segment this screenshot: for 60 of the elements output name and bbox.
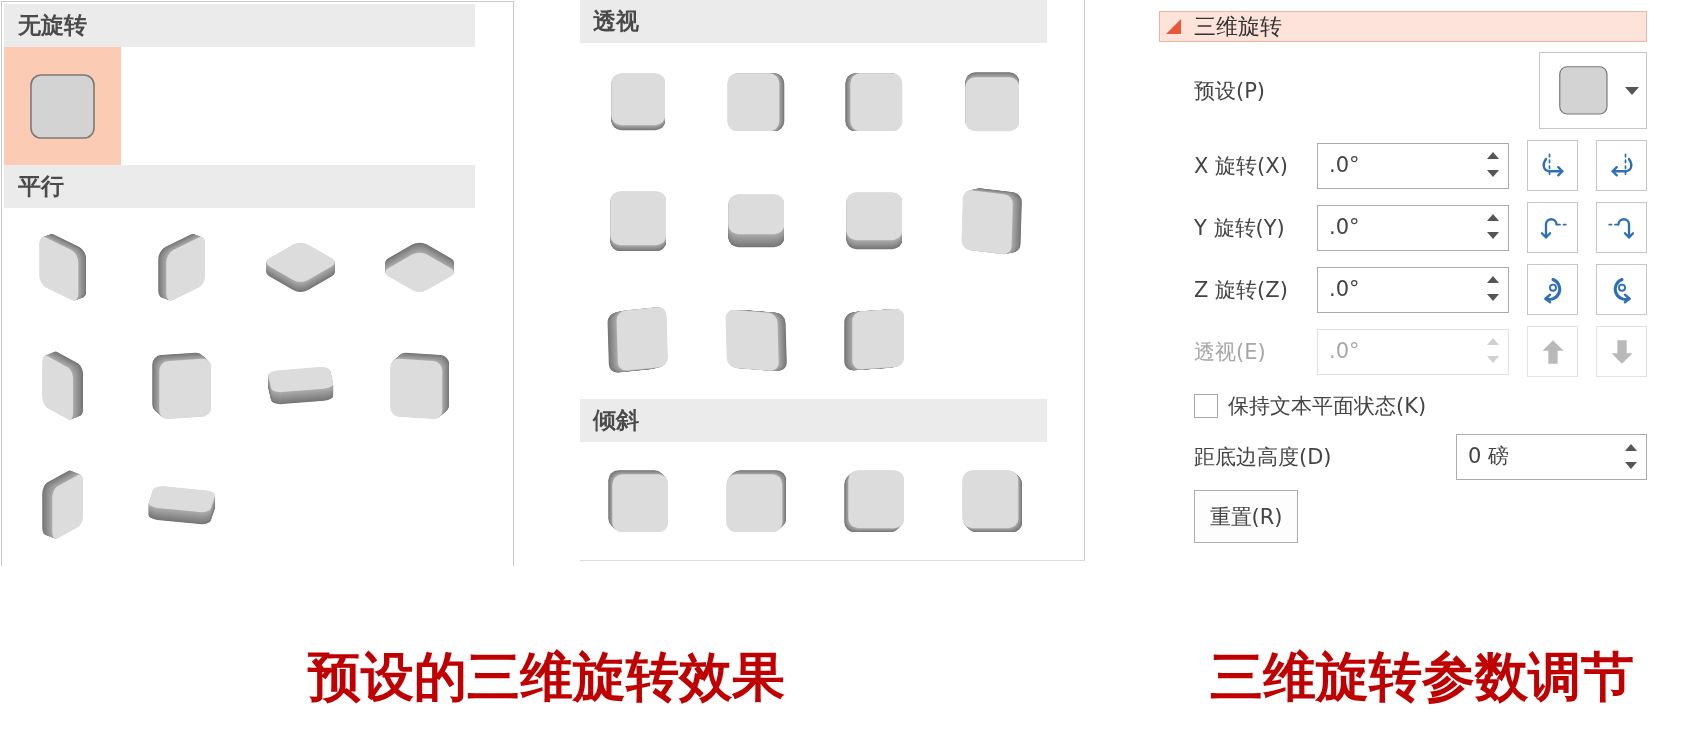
section-header: 平行 [4, 165, 475, 208]
caret-up-icon[interactable] [1487, 152, 1499, 159]
field-label: 透视(E) [1194, 338, 1266, 366]
rotate-up-button[interactable] [1527, 202, 1578, 253]
rounded-block-icon [845, 72, 903, 132]
rounded-block-icon [151, 352, 212, 420]
rotate-clockwise-button[interactable] [1596, 264, 1647, 315]
rounded-block-icon [845, 192, 903, 250]
rounded-block-icon [146, 484, 217, 526]
rounded-block-icon [610, 73, 666, 131]
checkbox-label: 保持文本平面状态(K) [1228, 393, 1427, 420]
rounded-block-icon [724, 308, 788, 372]
rounded-block-icon [607, 469, 669, 533]
field-label: Z 旋转(Z) [1194, 276, 1288, 304]
rounded-block-icon [609, 190, 667, 252]
rotation-field[interactable]: .0° [1317, 204, 1509, 251]
rotation-field[interactable]: .0° [1317, 142, 1509, 189]
field-label: X 旋转(X) [1194, 152, 1288, 180]
caret-down-icon[interactable] [1487, 232, 1499, 239]
caret-up-icon[interactable] [1487, 214, 1499, 221]
rounded-block-icon [266, 366, 335, 406]
rounded-block-icon [41, 349, 84, 423]
checkbox[interactable] [1194, 394, 1218, 418]
rounded-block-icon [389, 352, 450, 420]
field-label: 距底边高度(D) [1194, 444, 1332, 471]
field-label: Y 旋转(Y) [1194, 214, 1285, 242]
caption-text: 三维旋转参数调节 [1210, 645, 1634, 709]
distance-field[interactable]: 0 磅 [1456, 434, 1647, 480]
preset-dropdown[interactable] [1539, 52, 1647, 129]
rounded-block-icon [843, 469, 905, 533]
section-header[interactable]: 三维旋转 [1159, 11, 1647, 42]
caption-text: 预设的三维旋转效果 [307, 645, 785, 709]
rounded-block-icon [964, 72, 1020, 132]
caret-up-icon[interactable] [1625, 443, 1637, 451]
caret-down-icon[interactable] [1625, 461, 1637, 469]
rounded-square-icon [1559, 66, 1608, 115]
field-label: 预设(P) [1194, 77, 1266, 105]
rounded-block-icon [961, 186, 1023, 256]
section-header: 透视 [580, 0, 1047, 43]
caret-down-icon[interactable] [1487, 170, 1499, 177]
section-header: 倾斜 [580, 399, 1047, 442]
rotate-left-button[interactable] [1527, 140, 1578, 191]
reset-button[interactable]: 重置(R) [1194, 490, 1298, 543]
rotate-counterclockwise-button[interactable] [1527, 264, 1578, 315]
caret-down-icon [1624, 86, 1639, 95]
rounded-square-icon [30, 73, 95, 139]
caret-down-icon[interactable] [1487, 294, 1499, 301]
rounded-block-icon [41, 468, 84, 542]
rounded-block-icon [725, 469, 787, 533]
caret-up-icon[interactable] [1487, 276, 1499, 283]
rotate-right-button[interactable] [1596, 140, 1647, 191]
rotate-down-button[interactable] [1596, 202, 1647, 253]
rounded-block-icon [843, 308, 905, 372]
rounded-block-icon [727, 72, 785, 132]
preset-option[interactable] [4, 47, 121, 165]
rounded-block-icon [961, 469, 1023, 533]
rounded-block-icon [607, 306, 669, 374]
section-header: 无旋转 [4, 4, 475, 47]
rotation-field[interactable]: .0° [1317, 266, 1509, 313]
rounded-block-icon [727, 194, 785, 248]
